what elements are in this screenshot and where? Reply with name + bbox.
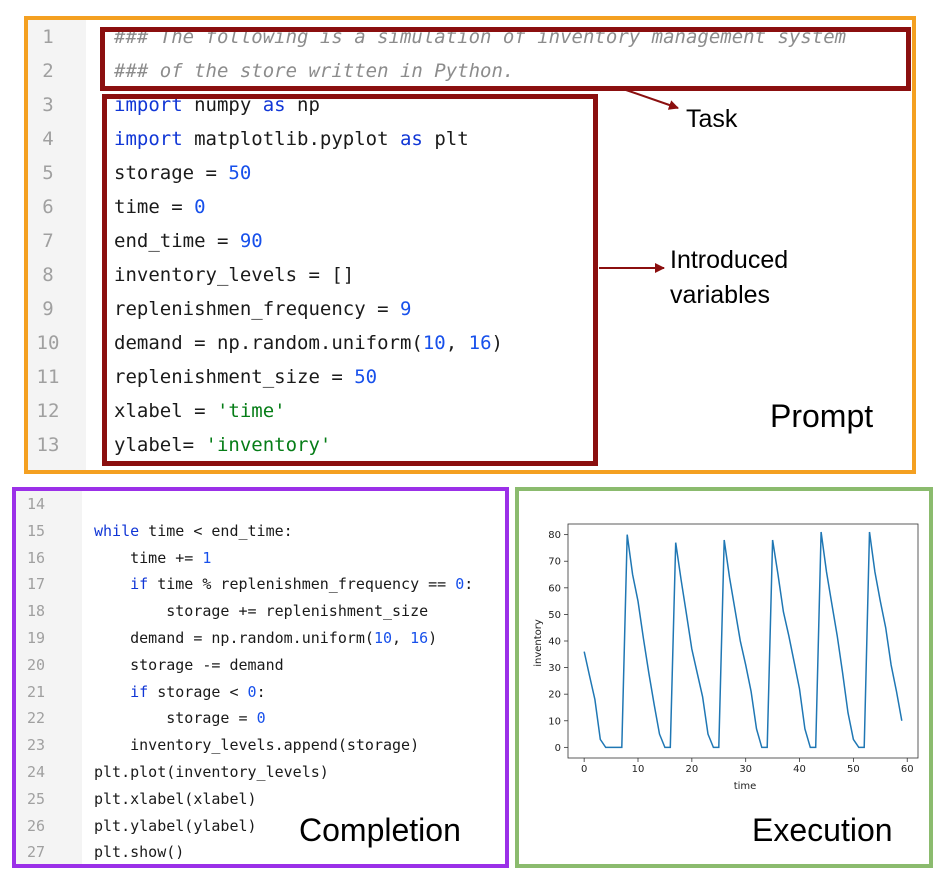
y-tick-label: 70: [548, 557, 561, 568]
x-tick-label: 60: [901, 764, 914, 775]
execution-label: Execution: [752, 812, 893, 848]
y-axis-label: inventory: [533, 619, 544, 667]
prompt-label: Prompt: [770, 398, 874, 434]
y-tick-label: 30: [548, 663, 561, 674]
inventory-series-line: [583, 531, 903, 749]
y-tick-label: 80: [548, 530, 561, 541]
x-tick-label: 20: [685, 764, 698, 775]
x-tick-label: 10: [632, 764, 645, 775]
x-tick-label: 50: [847, 764, 860, 775]
task-arrow: [625, 89, 679, 110]
inventory-line-chart: 0 10 20 30 40 50 60 0 10 20 30 40 50 60 70 80 time inve…: [533, 523, 919, 792]
x-tick-label: 0: [581, 764, 587, 775]
y-tick-label: 40: [548, 637, 561, 648]
x-axis-label: time: [734, 781, 757, 792]
task-label: Task: [686, 105, 738, 133]
y-tick-label: 60: [548, 583, 561, 594]
y-tick-label: 50: [548, 610, 561, 621]
introduced-variables-label: Introduced variables: [670, 243, 788, 313]
y-tick-label: 10: [548, 716, 561, 727]
x-tick-label: 40: [793, 764, 806, 775]
chart-series: [583, 531, 903, 749]
chart-axes: 0 10 20 30 40 50 60 0 10 20 30 40 50 60 70 80: [548, 523, 919, 775]
y-tick-label: 20: [548, 690, 561, 701]
completion-label: Completion: [299, 812, 461, 848]
introduced-variables-label-line2: variables: [670, 281, 771, 309]
introduced-variables-label-line1: Introduced: [670, 246, 789, 274]
y-tick-label: 0: [555, 743, 561, 754]
x-tick-label: 30: [739, 764, 752, 775]
